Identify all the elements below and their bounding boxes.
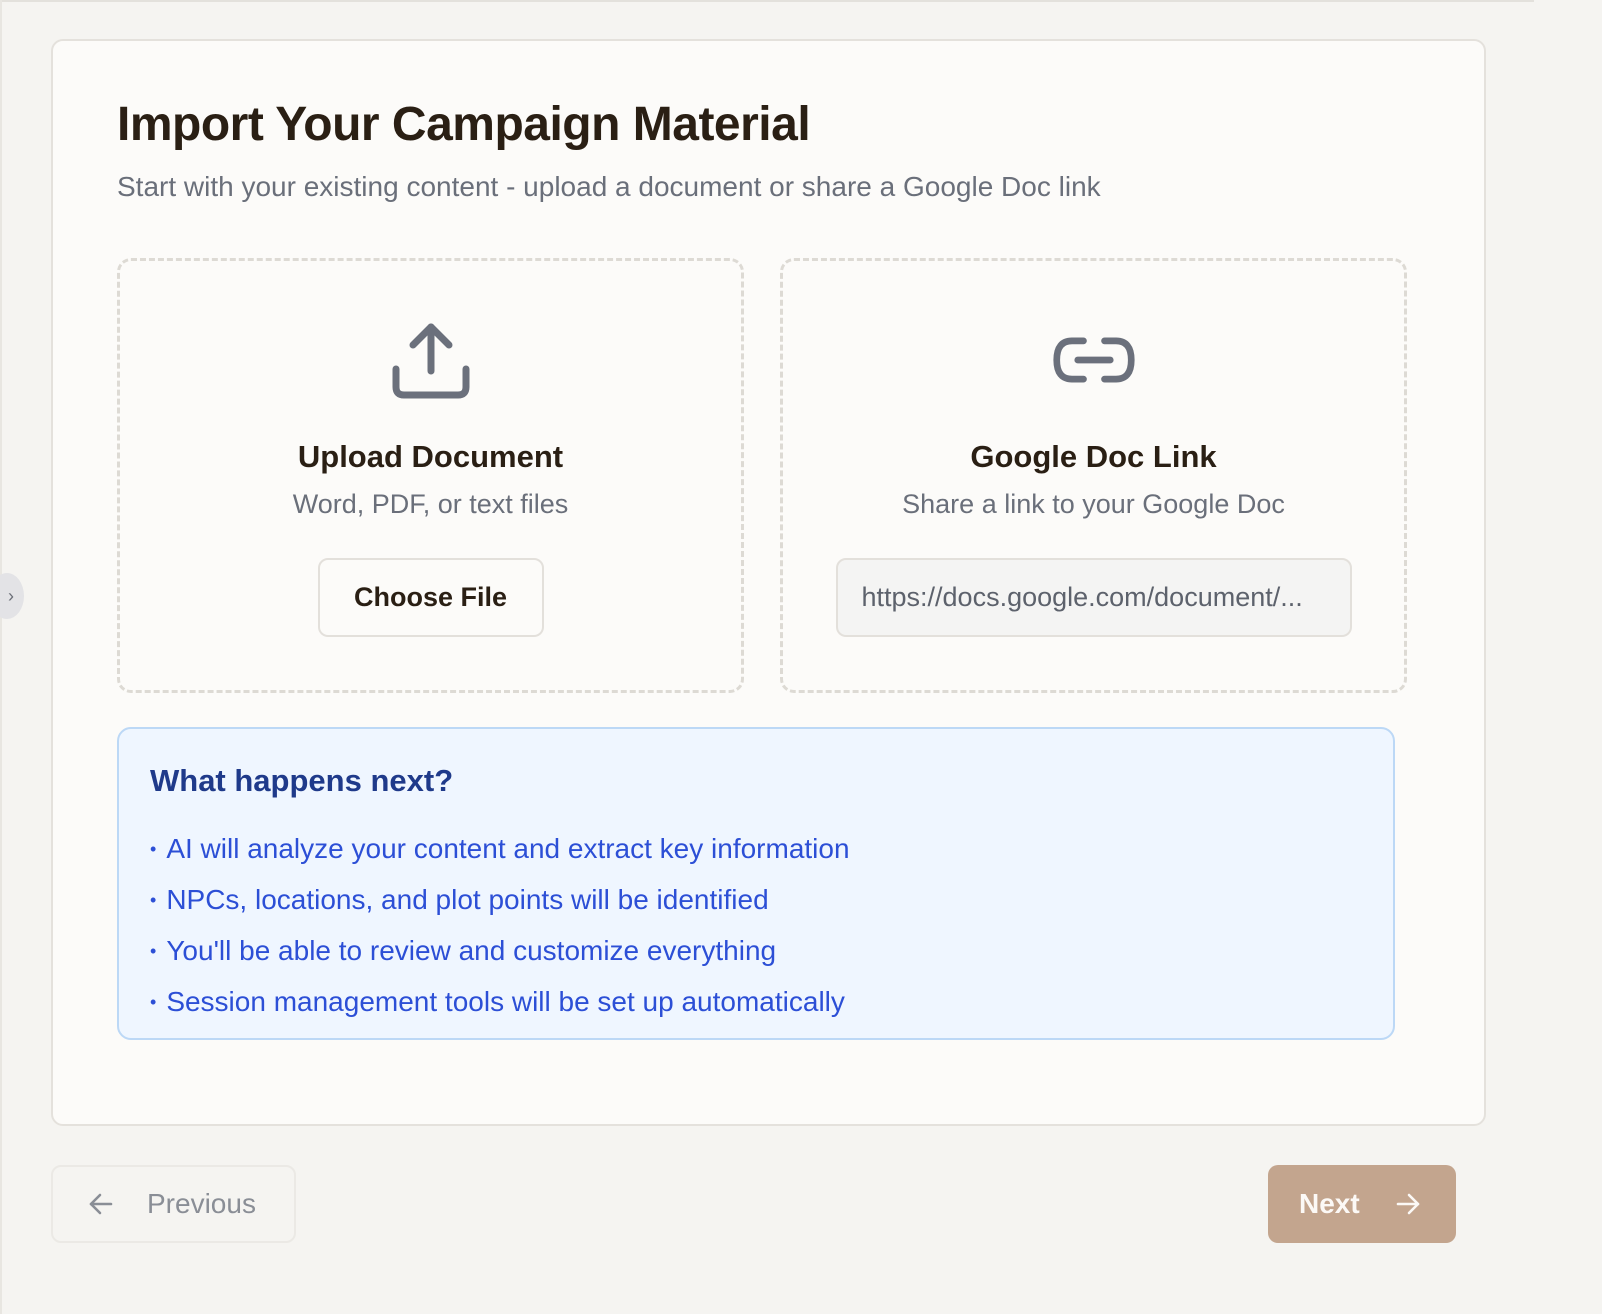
previous-button-label: Previous xyxy=(147,1188,256,1219)
arrow-right-icon xyxy=(1396,1193,1420,1215)
info-list-item: AI will analyze your content and extract… xyxy=(150,825,849,876)
import-card: Import Your Campaign Material Start with… xyxy=(51,39,1486,1126)
upload-document-description: Word, PDF, or text files xyxy=(292,489,569,519)
page: › Import Your Campaign Material Start wi… xyxy=(0,0,1602,1314)
choose-file-button[interactable]: Choose File xyxy=(317,558,544,637)
arrow-left-icon xyxy=(89,1193,113,1215)
next-button-label: Next xyxy=(1299,1188,1360,1219)
google-doc-url-input[interactable] xyxy=(835,558,1352,637)
upload-document-dropzone[interactable]: Upload Document Word, PDF, or text files… xyxy=(117,258,744,693)
info-list-item: Session management tools will be set up … xyxy=(150,978,850,1029)
google-doc-link-description: Share a link to your Google Doc xyxy=(902,489,1285,519)
sidebar-toggle-button[interactable]: › xyxy=(0,573,24,619)
info-list-item: NPCs, locations, and plot points will be… xyxy=(150,876,850,927)
top-divider xyxy=(2,0,1534,2)
info-list-item: You'll be able to review and customize e… xyxy=(150,927,850,978)
google-doc-link-title: Google Doc Link xyxy=(970,439,1217,474)
what-happens-next-box: What happens next? AI will analyze your … xyxy=(117,727,1395,1040)
info-list: AI will analyze your content and extract… xyxy=(150,825,850,1029)
link-icon xyxy=(1051,317,1137,403)
google-doc-link-panel: Google Doc Link Share a link to your Goo… xyxy=(780,258,1407,693)
info-title: What happens next? xyxy=(150,763,454,798)
page-title: Import Your Campaign Material xyxy=(117,98,811,151)
upload-icon xyxy=(388,317,474,403)
next-button[interactable]: Next xyxy=(1268,1165,1456,1243)
upload-document-title: Upload Document xyxy=(297,439,564,474)
chevron-right-icon: › xyxy=(8,585,14,606)
page-subtitle: Start with your existing content - uploa… xyxy=(117,171,1101,202)
previous-button[interactable]: Previous xyxy=(51,1165,296,1243)
